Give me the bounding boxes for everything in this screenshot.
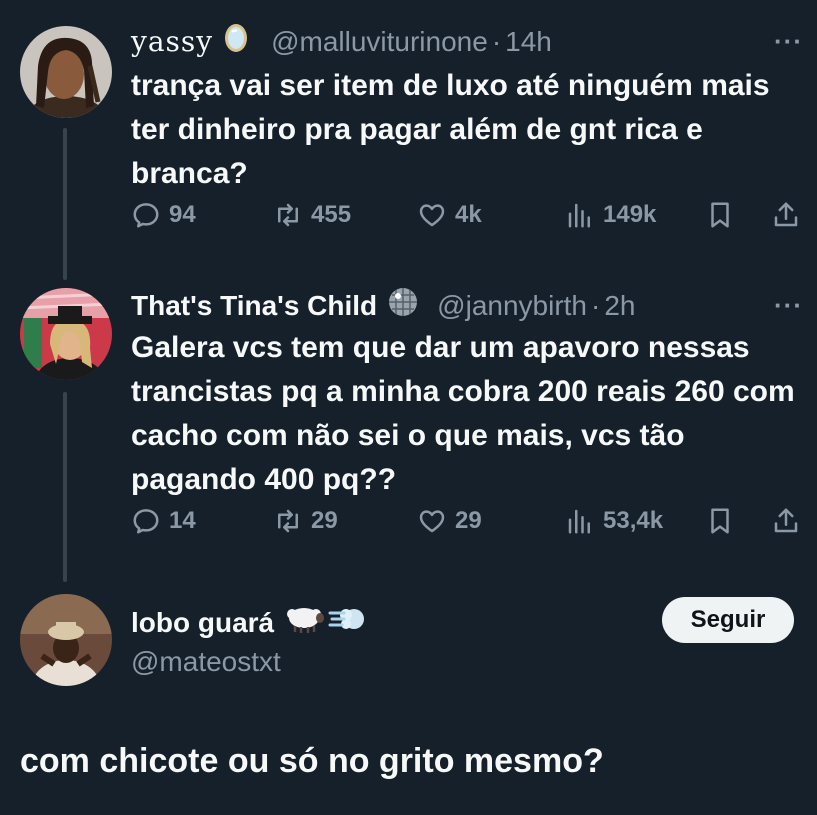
avatar[interactable]	[20, 288, 112, 380]
retweet-count: 29	[311, 507, 338, 534]
more-options-icon[interactable]: ···	[774, 26, 803, 57]
tweet[interactable]: yassy @malluviturinone · 14h ··· trança …	[0, 0, 817, 280]
bookmark-button[interactable]	[705, 200, 743, 230]
display-name[interactable]: That's Tina's Child	[131, 290, 377, 322]
views-button[interactable]: 53,4k	[565, 506, 663, 536]
follow-button[interactable]: Seguir	[662, 597, 794, 643]
reply-button[interactable]: 94	[131, 200, 196, 230]
sheep-icon	[284, 604, 325, 641]
timestamp[interactable]: 14h	[505, 26, 552, 58]
handle[interactable]: @malluviturinone	[271, 26, 488, 58]
tweet-text: Galera vcs tem que dar um apavoro nessas…	[131, 331, 795, 496]
quote-text: com chicote ou só no grito mesmo?	[20, 742, 604, 780]
like-button[interactable]: 4k	[417, 200, 482, 230]
separator: ·	[491, 25, 502, 57]
more-options-icon[interactable]: ···	[774, 290, 803, 321]
reply-count: 94	[169, 201, 196, 228]
display-name[interactable]: lobo guará	[131, 607, 274, 639]
avatar[interactable]	[20, 26, 112, 118]
bookmark-button[interactable]	[705, 506, 743, 536]
reply-icon	[133, 203, 159, 228]
tweet-actions: 14 29 29 53,4k	[131, 506, 811, 546]
handle[interactable]: @jannybirth	[437, 290, 587, 322]
like-count: 4k	[455, 201, 482, 228]
share-button[interactable]	[771, 506, 809, 536]
tweet[interactable]: That's Tina's Child @jannybirth · 2h ···…	[0, 280, 817, 580]
timestamp[interactable]: 2h	[604, 290, 635, 322]
handle[interactable]: @mateostxt	[131, 646, 281, 678]
retweet-button[interactable]: 455	[273, 200, 351, 230]
views-icon	[568, 509, 590, 534]
tweet-header: That's Tina's Child @jannybirth · 2h	[131, 286, 636, 325]
tweet-text: trança vai ser item de luxo até ninguém …	[131, 69, 770, 190]
views-count: 149k	[603, 201, 657, 228]
heart-icon	[419, 204, 445, 227]
mirror-icon	[223, 22, 249, 61]
quote-handle-row: @mateostxt	[131, 646, 281, 678]
avatar[interactable]	[20, 594, 112, 686]
retweet-count: 455	[311, 201, 352, 228]
views-count: 53,4k	[603, 507, 664, 534]
bookmark-icon	[711, 202, 729, 228]
share-button[interactable]	[771, 200, 809, 230]
retweet-button[interactable]: 29	[273, 506, 338, 536]
reply-button[interactable]: 14	[131, 506, 196, 536]
bookmark-icon	[711, 508, 729, 534]
disco-ball-icon	[387, 286, 419, 325]
separator: ·	[591, 289, 601, 321]
share-icon	[774, 508, 798, 533]
views-icon	[568, 203, 590, 228]
retweet-icon	[278, 509, 298, 533]
dash-icon	[328, 604, 366, 641]
like-button[interactable]: 29	[417, 506, 482, 536]
reply-icon	[133, 509, 159, 534]
display-name[interactable]: yassy	[131, 25, 213, 58]
tweet-actions: 94 455 4k 149k	[131, 200, 811, 240]
views-button[interactable]: 149k	[565, 200, 656, 230]
like-count: 29	[455, 507, 482, 534]
retweet-icon	[278, 203, 298, 227]
share-icon	[774, 202, 798, 227]
reply-count: 14	[169, 507, 196, 534]
heart-icon	[419, 510, 445, 533]
quote-header: lobo guará	[131, 604, 366, 641]
tweet-header: yassy @malluviturinone · 14h	[131, 22, 552, 61]
